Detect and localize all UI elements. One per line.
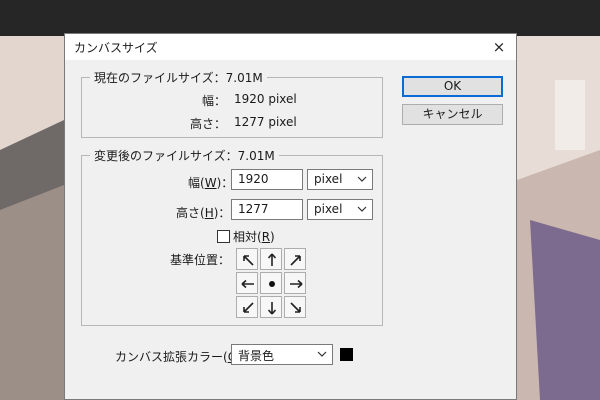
close-icon[interactable]: × [488, 36, 510, 58]
width-unit-value: pixel [314, 172, 343, 186]
anchor-top-center[interactable] [260, 248, 282, 270]
canvas-size-dialog: カンバスサイズ × 現在のファイルサイズ：7.01M 幅： 1920 pixel… [64, 33, 517, 400]
arrow-up-icon [267, 253, 277, 266]
arrow-down-right-icon [290, 302, 301, 313]
chevron-down-icon [357, 176, 367, 182]
arrow-down-left-icon [243, 302, 254, 313]
current-width-value: 1920 pixel [234, 92, 297, 106]
arrow-left-icon [241, 279, 254, 289]
anchor-middle-left[interactable] [236, 272, 258, 294]
height-unit-select[interactable]: pixel [307, 199, 373, 220]
anchor-grid [236, 248, 306, 318]
current-width-label: 幅： [202, 94, 227, 108]
anchor-center[interactable] [260, 272, 282, 294]
width-input[interactable]: 1920 [231, 169, 303, 190]
anchor-bottom-right[interactable] [284, 296, 306, 318]
new-size-legend: 変更後のファイルサイズ：7.01M [90, 147, 279, 164]
anchor-middle-right[interactable] [284, 272, 306, 294]
dialog-title: カンバスサイズ [74, 41, 158, 55]
app-top-bar [0, 0, 600, 36]
relative-checkbox[interactable] [217, 230, 230, 243]
chevron-down-icon [317, 351, 327, 357]
anchor-label: 基準位置： [170, 253, 231, 267]
current-size-legend: 現在のファイルサイズ：7.01M [90, 69, 267, 86]
extension-color-select[interactable]: 背景色 [231, 344, 333, 365]
arrow-down-icon [267, 302, 277, 315]
new-size-group: 変更後のファイルサイズ：7.01M 幅(W)： 1920 pixel 高さ(H)… [81, 147, 383, 326]
chevron-down-icon [357, 206, 367, 212]
width-label: 幅(W)： [188, 176, 234, 190]
cancel-button[interactable]: キャンセル [402, 104, 503, 125]
anchor-top-right[interactable] [284, 248, 306, 270]
arrow-up-left-icon [243, 255, 254, 266]
height-input[interactable]: 1277 [231, 199, 303, 220]
anchor-bottom-left[interactable] [236, 296, 258, 318]
current-height-value: 1277 pixel [234, 115, 297, 129]
anchor-top-left[interactable] [236, 248, 258, 270]
title-bar: カンバスサイズ × [65, 34, 516, 60]
height-unit-value: pixel [314, 202, 343, 216]
extension-color-value: 背景色 [238, 349, 275, 363]
current-size-group: 現在のファイルサイズ：7.01M 幅： 1920 pixel 高さ： 1277 … [81, 69, 383, 138]
arrow-right-icon [290, 279, 303, 289]
height-label: 高さ(H)： [176, 206, 231, 220]
ok-button[interactable]: OK [402, 76, 503, 97]
current-height-label: 高さ： [190, 117, 227, 131]
relative-label[interactable]: 相対(R) [233, 228, 275, 245]
extension-color-swatch[interactable] [340, 348, 353, 361]
anchor-dot-icon [269, 281, 275, 287]
anchor-bottom-center[interactable] [260, 296, 282, 318]
width-unit-select[interactable]: pixel [307, 169, 373, 190]
arrow-up-right-icon [290, 255, 301, 266]
